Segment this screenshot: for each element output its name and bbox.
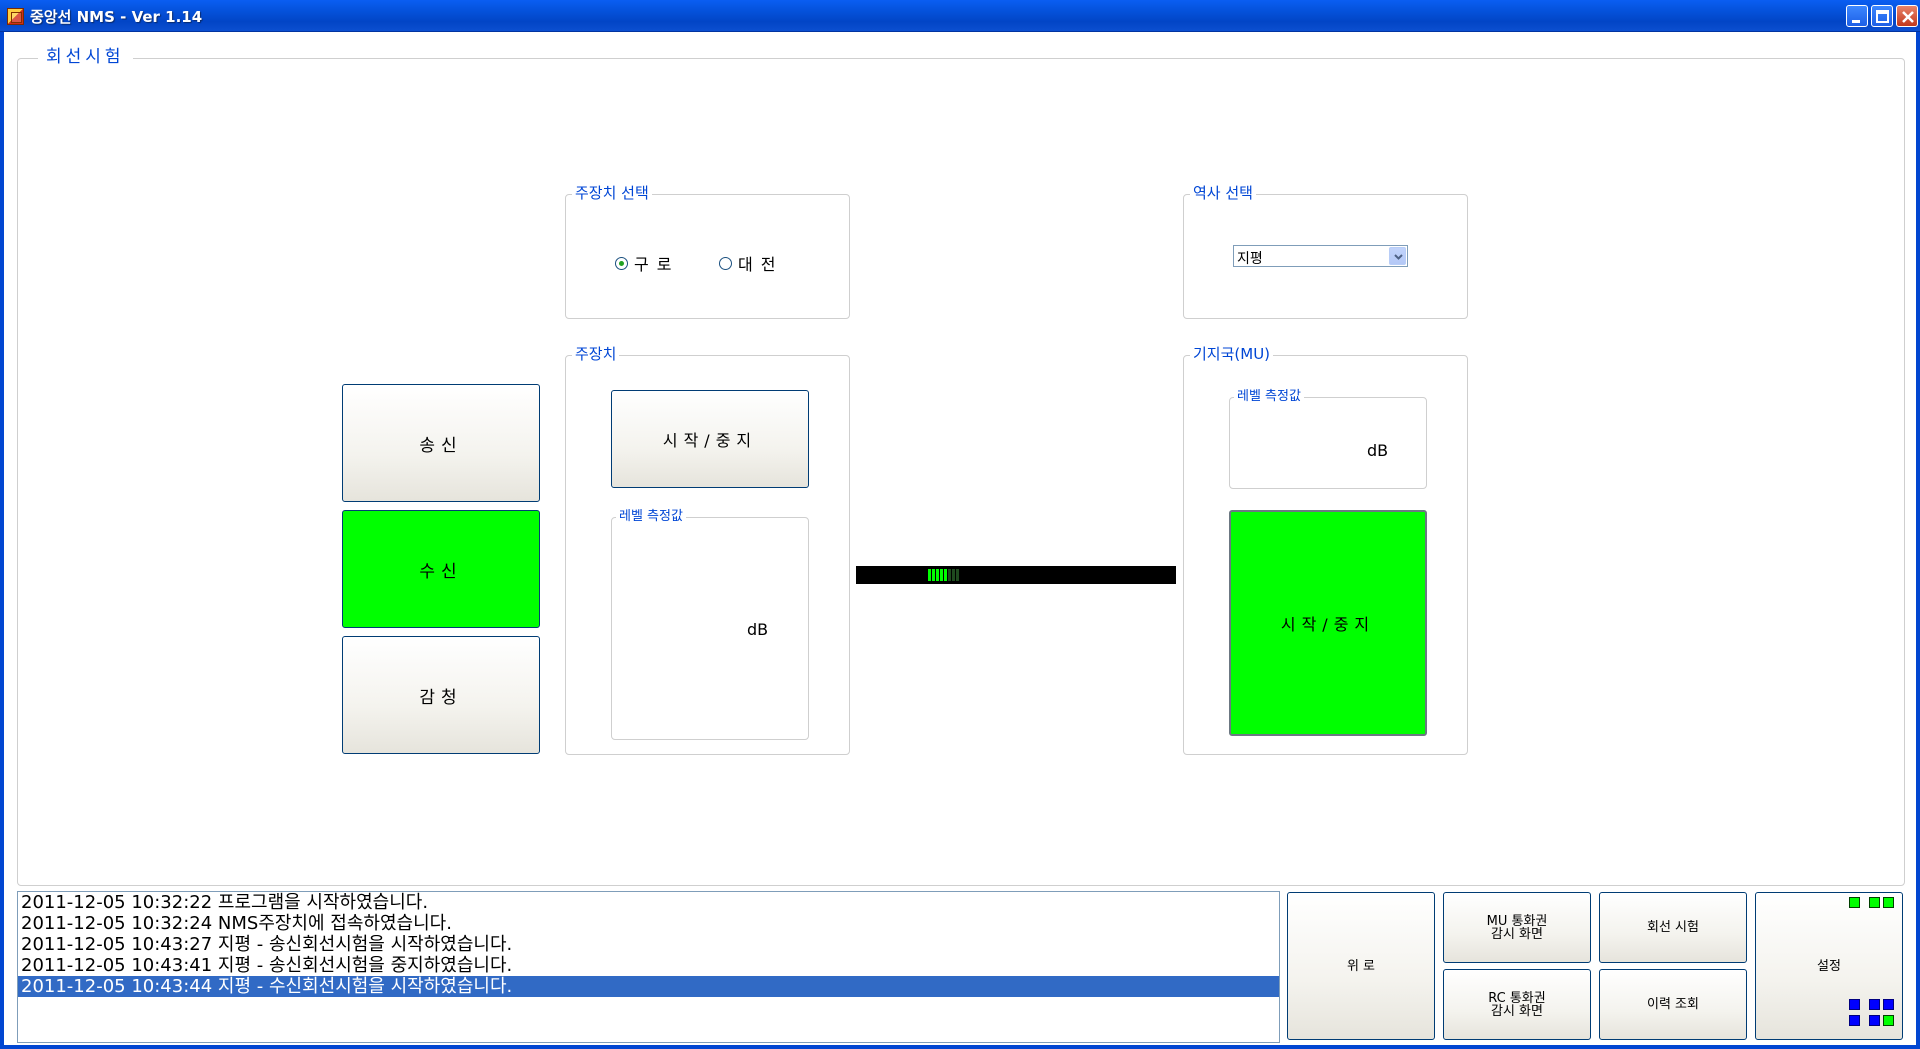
station-select[interactable]: 지평 bbox=[1233, 245, 1408, 267]
station-select-value: 지평 bbox=[1237, 251, 1263, 267]
settings-label: 설정 bbox=[1817, 958, 1841, 974]
status-indicator bbox=[1849, 1015, 1860, 1026]
status-indicator bbox=[1869, 1015, 1880, 1026]
up-label: 위 로 bbox=[1346, 958, 1376, 974]
history-button[interactable]: 이력 조회 bbox=[1599, 969, 1747, 1040]
monitor-button[interactable]: 감청 bbox=[342, 636, 540, 754]
level-segment bbox=[928, 569, 931, 581]
window-title: 중앙선 NMS - Ver 1.14 bbox=[30, 8, 203, 26]
level-segment bbox=[932, 569, 935, 581]
base-station-level-title: 레벨 측정값 bbox=[1234, 390, 1304, 403]
status-indicator bbox=[1869, 999, 1880, 1010]
main-device-title: 주장치 bbox=[572, 347, 620, 362]
main-device-level-title: 레벨 측정값 bbox=[616, 510, 686, 523]
level-segment bbox=[952, 569, 955, 581]
rc-monitor-button[interactable]: RC 통화권 감시 화면 bbox=[1443, 969, 1591, 1040]
maximize-icon bbox=[1876, 10, 1889, 23]
minimize-button[interactable] bbox=[1846, 5, 1868, 27]
station-select-title: 역사 선택 bbox=[1190, 186, 1256, 201]
status-indicator bbox=[1883, 897, 1894, 908]
close-button[interactable] bbox=[1896, 5, 1918, 27]
receive-label: 수신 bbox=[419, 561, 463, 582]
log-entry[interactable]: 2011-12-05 10:43:44 지평 - 수신회선시험을 시작하였습니다… bbox=[18, 976, 1279, 997]
close-icon bbox=[1902, 11, 1914, 23]
mu-monitor-button[interactable]: MU 통화권 감시 화면 bbox=[1443, 892, 1591, 963]
status-indicator bbox=[1883, 999, 1894, 1010]
base-station-level-unit: dB bbox=[1367, 441, 1389, 460]
line-test-title: 회선시험 bbox=[38, 49, 133, 66]
minimize-icon bbox=[1852, 20, 1860, 23]
line-test-label: 회선 시험 bbox=[1647, 920, 1699, 935]
main-device-start-stop-label: 시작/중지 bbox=[662, 431, 758, 450]
base-station-start-stop-button[interactable]: 시작/중지 bbox=[1229, 510, 1427, 736]
status-indicator bbox=[1849, 999, 1860, 1010]
level-segment bbox=[940, 569, 943, 581]
main-device-start-stop-button[interactable]: 시작/중지 bbox=[611, 390, 809, 488]
maximize-button[interactable] bbox=[1871, 5, 1893, 27]
radio-guro[interactable]: 구로 bbox=[615, 251, 679, 275]
level-segment bbox=[948, 569, 951, 581]
settings-button[interactable]: 설정 bbox=[1755, 892, 1903, 1040]
device-select-group: 주장치 선택 구로 대전 bbox=[565, 186, 850, 319]
up-button[interactable]: 위 로 bbox=[1287, 892, 1435, 1040]
base-station-start-stop-label: 시작/중지 bbox=[1280, 615, 1376, 634]
line-test-group: 회선시험 bbox=[17, 49, 1905, 886]
window-frame-right bbox=[1916, 32, 1920, 1049]
status-indicator bbox=[1849, 897, 1860, 908]
base-station-title: 기지국(MU) bbox=[1190, 347, 1274, 362]
base-station-group: 기지국(MU) 레벨 측정값 dB 시작/중지 bbox=[1183, 347, 1468, 755]
mu-monitor-label: MU 통화권 감시 화면 bbox=[1486, 913, 1548, 942]
device-select-title: 주장치 선택 bbox=[572, 186, 652, 201]
monitor-label: 감청 bbox=[419, 687, 463, 708]
level-segment bbox=[936, 569, 939, 581]
status-indicator bbox=[1869, 897, 1880, 908]
app-icon bbox=[7, 8, 24, 25]
transmit-button[interactable]: 송신 bbox=[342, 384, 540, 502]
radio-daejeon-label: 대전 bbox=[738, 255, 784, 274]
main-device-level-group: 레벨 측정값 dB bbox=[611, 510, 809, 740]
transmit-label: 송신 bbox=[419, 435, 463, 456]
log-list[interactable]: 2011-12-05 10:32:22 프로그램을 시작하였습니다. 2011-1… bbox=[17, 891, 1280, 1043]
log-entry[interactable]: 2011-12-05 10:43:27 지평 - 송신회선시험을 시작하였습니다… bbox=[18, 934, 1279, 955]
title-bar: 중앙선 NMS - Ver 1.14 bbox=[0, 0, 1920, 32]
window-frame-bottom bbox=[0, 1045, 1920, 1049]
log-entry[interactable]: 2011-12-05 10:32:24 NMS주장치에 접속하였습니다. bbox=[18, 913, 1279, 934]
level-segment bbox=[944, 569, 947, 581]
window-frame-left bbox=[0, 32, 4, 1049]
history-label: 이력 조회 bbox=[1647, 997, 1699, 1012]
chevron-down-icon bbox=[1394, 254, 1403, 260]
status-indicator bbox=[1883, 1015, 1894, 1026]
radio-daejeon-dot[interactable] bbox=[719, 256, 732, 270]
log-entry[interactable]: 2011-12-05 10:32:22 프로그램을 시작하였습니다. bbox=[18, 892, 1279, 913]
line-test-button[interactable]: 회선 시험 bbox=[1599, 892, 1747, 963]
dropdown-button[interactable] bbox=[1389, 247, 1406, 265]
main-device-group: 주장치 시작/중지 레벨 측정값 dB bbox=[565, 347, 850, 755]
radio-guro-label: 구로 bbox=[634, 255, 680, 274]
main-device-level-unit: dB bbox=[747, 620, 769, 639]
base-station-level-group: 레벨 측정값 dB bbox=[1229, 390, 1427, 489]
log-entry[interactable]: 2011-12-05 10:43:41 지평 - 송신회선시험을 중지하였습니다… bbox=[18, 955, 1279, 976]
signal-level-bar bbox=[856, 566, 1176, 584]
receive-button[interactable]: 수신 bbox=[342, 510, 540, 628]
level-segment bbox=[956, 569, 959, 581]
station-select-group: 역사 선택 지평 bbox=[1183, 186, 1468, 319]
radio-daejeon[interactable]: 대전 bbox=[719, 251, 783, 275]
rc-monitor-label: RC 통화권 감시 화면 bbox=[1488, 990, 1546, 1019]
radio-guro-dot[interactable] bbox=[615, 256, 628, 270]
